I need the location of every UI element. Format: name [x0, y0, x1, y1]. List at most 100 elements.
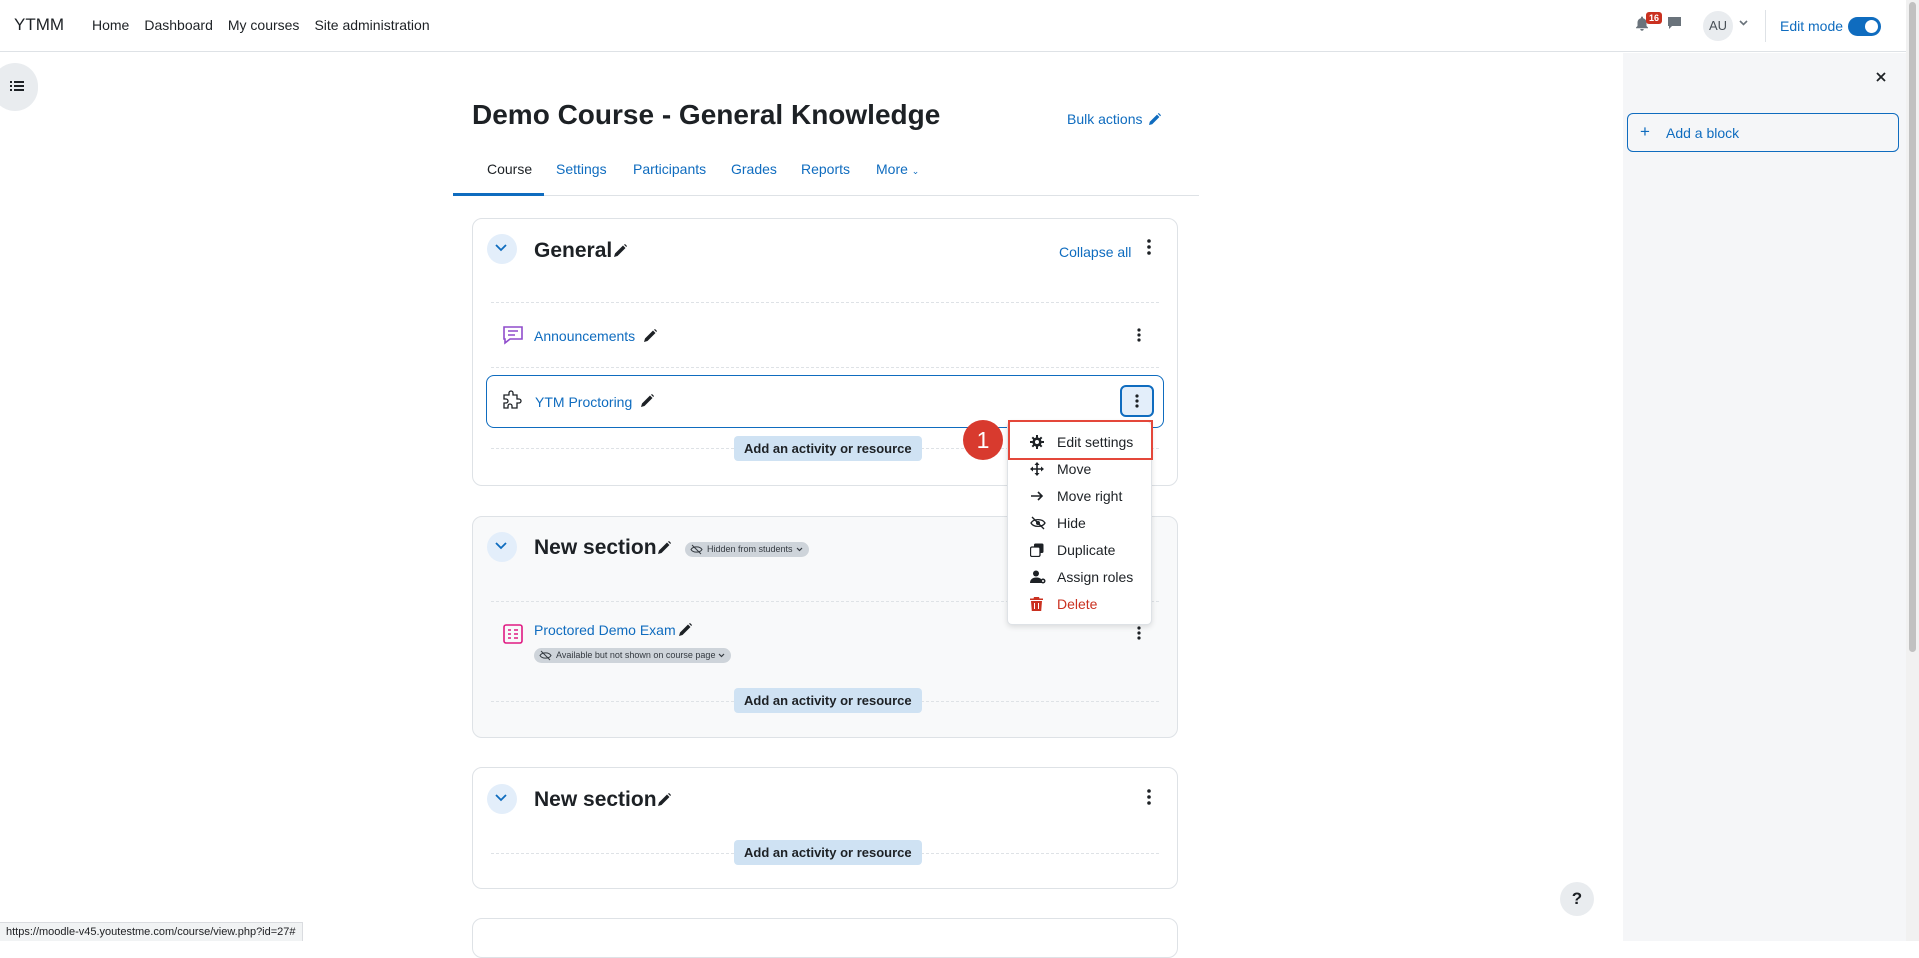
course-index-toggle[interactable]: [0, 63, 38, 111]
eye-slash-icon: [1030, 516, 1046, 530]
add-activity-button[interactable]: Add an activity or resource: [734, 436, 922, 461]
puzzle-icon: [501, 390, 523, 412]
page-title: Demo Course - General Knowledge: [472, 99, 941, 130]
menu-item-label: Delete: [1057, 596, 1098, 612]
scrollbar-thumb[interactable]: [1909, 2, 1916, 652]
tab-grades[interactable]: Grades: [731, 161, 777, 177]
chevron-down-icon: [719, 653, 725, 658]
bulk-actions-link[interactable]: Bulk actions: [1067, 111, 1162, 127]
chevron-down-icon: [495, 542, 507, 550]
messages-icon[interactable]: [1667, 16, 1682, 30]
kebab-menu-icon[interactable]: [1137, 328, 1141, 342]
kebab-menu-icon[interactable]: [1137, 626, 1141, 640]
eye-slash-icon: [690, 544, 703, 555]
section-collapse-button[interactable]: [487, 234, 517, 264]
menu-item-assign-roles[interactable]: Assign roles: [1008, 564, 1153, 591]
nav-my-courses[interactable]: My courses: [228, 17, 300, 33]
tab-course[interactable]: Course: [487, 161, 532, 177]
visibility-badge[interactable]: Hidden from students: [685, 542, 809, 557]
chevron-down-icon: ⌄: [911, 166, 920, 176]
add-activity-button[interactable]: Add an activity or resource: [734, 688, 922, 713]
divider: [491, 302, 1159, 303]
forum-icon: [502, 325, 524, 345]
activity-link-proctored-demo-exam[interactable]: Proctored Demo Exam: [534, 622, 676, 638]
section-title: General: [534, 239, 613, 262]
add-block-button[interactable]: + Add a block: [1627, 113, 1899, 152]
availability-badge[interactable]: Available but not shown on course page: [534, 648, 732, 663]
pencil-icon[interactable]: [640, 394, 654, 408]
chevron-down-icon: [796, 547, 802, 552]
primary-navigation: Home Dashboard My courses Site administr…: [92, 17, 430, 33]
chevron-down-icon: [495, 244, 507, 252]
tab-more[interactable]: More ⌄: [876, 161, 919, 177]
chevron-down-icon[interactable]: [1739, 20, 1748, 26]
user-avatar[interactable]: AU: [1703, 11, 1733, 41]
nav-site-administration[interactable]: Site administration: [314, 17, 429, 33]
section-title: New section: [534, 788, 657, 811]
kebab-menu-icon[interactable]: [1147, 789, 1151, 805]
trash-icon: [1030, 597, 1043, 611]
site-brand[interactable]: YTMM: [14, 15, 64, 35]
activity-link-announcements[interactable]: Announcements: [534, 328, 635, 344]
section-next-partial: [472, 918, 1178, 958]
menu-item-delete[interactable]: Delete: [1008, 591, 1153, 618]
annotation-highlight: [1008, 420, 1153, 460]
nav-dashboard[interactable]: Dashboard: [144, 17, 213, 33]
kebab-menu-icon: [1135, 394, 1139, 408]
arrow-right-icon: [1031, 491, 1044, 501]
pencil-icon[interactable]: [613, 244, 627, 258]
annotation-step-badge: 1: [963, 420, 1003, 460]
visibility-badge-label: Hidden from students: [707, 544, 793, 554]
course-secondary-navigation: Course Settings Participants Grades Repo…: [453, 148, 1199, 196]
pencil-icon[interactable]: [643, 329, 657, 343]
tab-reports[interactable]: Reports: [801, 161, 850, 177]
edit-mode-label: Edit mode: [1780, 18, 1844, 34]
pencil-icon: [1149, 112, 1162, 125]
menu-item-move-right[interactable]: Move right: [1008, 483, 1153, 510]
tab-more-label: More: [876, 161, 908, 177]
move-icon: [1030, 462, 1044, 476]
menu-item-label: Hide: [1057, 515, 1086, 531]
activity-link-ytm-proctoring[interactable]: YTM Proctoring: [535, 394, 632, 410]
nav-home[interactable]: Home: [92, 17, 129, 33]
pencil-icon[interactable]: [657, 541, 671, 555]
tab-settings[interactable]: Settings: [556, 161, 607, 177]
pencil-icon[interactable]: [657, 793, 671, 807]
close-icon[interactable]: [1875, 71, 1887, 83]
eye-slash-icon: [539, 650, 552, 661]
menu-item-label: Duplicate: [1057, 542, 1116, 558]
section-collapse-button[interactable]: [487, 784, 517, 814]
quiz-icon: [502, 623, 524, 645]
menu-item-label: Move right: [1057, 488, 1123, 504]
kebab-menu-icon[interactable]: [1147, 239, 1151, 255]
notification-count-badge: 16: [1646, 12, 1663, 24]
add-activity-button[interactable]: Add an activity or resource: [734, 840, 922, 865]
menu-item-label: Move: [1057, 461, 1092, 477]
pencil-icon[interactable]: [678, 623, 692, 637]
block-drawer: [1623, 53, 1906, 941]
browser-status-url: https://moodle-v45.youtestme.com/course/…: [0, 922, 303, 941]
divider: [491, 367, 1159, 368]
navbar-divider: [1765, 10, 1766, 42]
help-button[interactable]: ?: [1560, 882, 1594, 916]
user-gear-icon: [1030, 570, 1046, 584]
menu-item-move[interactable]: Move: [1008, 456, 1153, 483]
section-title: New section: [534, 536, 657, 559]
activity-actions-button[interactable]: [1120, 385, 1154, 417]
plus-icon: +: [1640, 122, 1650, 141]
edit-mode-toggle[interactable]: [1848, 17, 1881, 36]
chevron-down-icon: [495, 794, 507, 802]
active-tab-indicator: [453, 193, 544, 196]
collapse-all-link[interactable]: Collapse all: [1059, 244, 1131, 260]
menu-item-hide[interactable]: Hide: [1008, 510, 1153, 537]
bulk-actions-label: Bulk actions: [1067, 111, 1143, 127]
section-collapse-button[interactable]: [487, 532, 517, 562]
copy-icon: [1030, 543, 1044, 557]
page-scrollbar[interactable]: [1906, 0, 1919, 941]
availability-badge-label: Available but not shown on course page: [556, 650, 716, 660]
menu-item-duplicate[interactable]: Duplicate: [1008, 537, 1153, 564]
tab-participants[interactable]: Participants: [633, 161, 706, 177]
list-icon: [10, 81, 24, 91]
section-new-2: New section Add an activity or resource: [472, 767, 1178, 889]
menu-item-label: Assign roles: [1057, 569, 1134, 585]
